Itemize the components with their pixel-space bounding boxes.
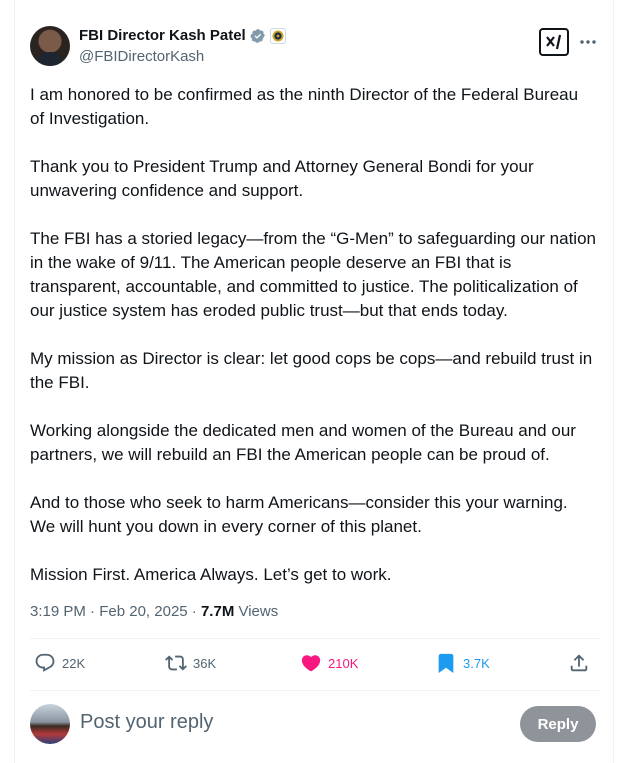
fbi-seal-icon[interactable] (269, 27, 286, 44)
reply-icon (35, 653, 55, 672)
author-avatar[interactable] (30, 26, 70, 66)
post-paragraph: And to those who seek to harm Americans—… (30, 493, 568, 536)
meta-separator: · (187, 603, 201, 620)
like-button[interactable]: 210K (300, 652, 358, 674)
reply-count: 22K (62, 655, 86, 671)
reply-input[interactable]: Post your reply (80, 711, 213, 734)
more-dots-icon (580, 40, 596, 44)
heart-filled-icon (301, 655, 321, 672)
share-icon (570, 654, 588, 672)
bookmark-button[interactable]: 3.7K (435, 652, 490, 674)
author-display-name[interactable]: FBI Director Kash Patel (79, 27, 246, 44)
repost-icon (165, 655, 187, 671)
reply-submit-button[interactable]: Reply (520, 706, 596, 742)
divider (30, 638, 600, 639)
post-paragraph: Working alongside the dedicated men and … (30, 421, 576, 464)
bookmark-count: 3.7K (463, 655, 490, 671)
post-text: I am honored to be confirmed as the nint… (30, 83, 596, 611)
author-name-row: FBI Director Kash Patel (79, 27, 286, 44)
reply-composer: Post your reply Reply (30, 702, 596, 746)
post-date[interactable]: Feb 20, 2025 (99, 603, 187, 620)
post-meta: 3:19 PM · Feb 20, 2025 · 7.7M Views (30, 603, 278, 620)
like-count: 210K (328, 655, 359, 671)
post-paragraph: The FBI has a storied legacy—from the “G… (30, 229, 596, 320)
bookmark-filled-icon (438, 653, 454, 674)
meta-separator: · (85, 603, 100, 620)
views-label: Views (234, 603, 279, 620)
verified-badge-icon[interactable] (250, 28, 266, 44)
reply-button[interactable]: 22K (34, 652, 85, 674)
divider (30, 690, 600, 691)
more-options-button[interactable] (576, 30, 600, 54)
post-header: FBI Director Kash Patel @FBIDirectorKash (30, 26, 600, 70)
action-bar: 22K 36K 210K 3.7K (30, 646, 595, 680)
post-time[interactable]: 3:19 PM (30, 603, 86, 620)
share-button[interactable] (568, 652, 590, 674)
post-paragraph: Mission First. America Always. Let’s get… (30, 565, 392, 584)
post-paragraph: My mission as Director is clear: let goo… (30, 349, 593, 392)
views-count: 7.7M (200, 603, 235, 620)
post-paragraph: Thank you to President Trump and Attorne… (30, 157, 534, 200)
grok-icon (546, 34, 562, 50)
post-paragraph: I am honored to be confirmed as the nint… (30, 85, 579, 128)
current-user-avatar[interactable] (30, 704, 70, 744)
repost-count: 36K (193, 655, 217, 671)
repost-button[interactable]: 36K (165, 652, 216, 674)
grok-button[interactable] (539, 28, 569, 56)
author-handle[interactable]: @FBIDirectorKash (79, 48, 204, 65)
